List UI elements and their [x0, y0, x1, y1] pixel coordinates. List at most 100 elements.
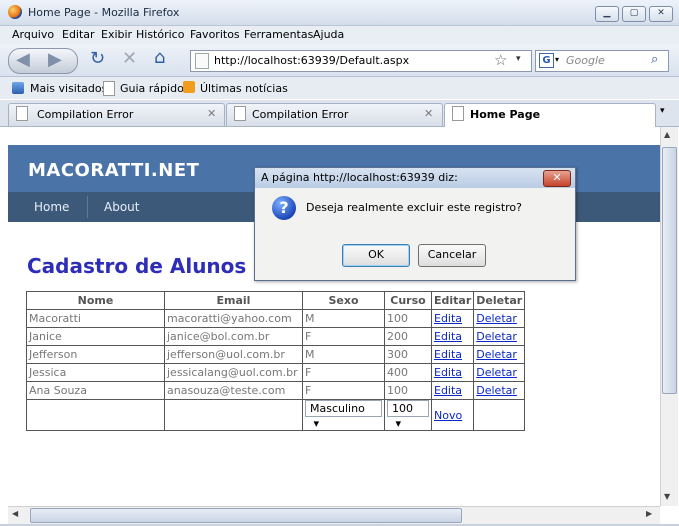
nome-input-cell[interactable] [26, 399, 165, 431]
cell-sexo: F [302, 381, 385, 400]
delete-link[interactable]: Deletar [476, 348, 517, 361]
cell-nome: Macoratti [26, 309, 165, 328]
edit-link[interactable]: Edita [434, 312, 462, 325]
menu-exibir[interactable]: Exibir [101, 28, 132, 41]
menu-ajuda[interactable]: Ajuda [313, 28, 344, 41]
bookmark-mais-visitados[interactable]: Mais visitados [30, 82, 107, 95]
site-logo: MACORATTI.NET [28, 160, 200, 181]
delete-link[interactable]: Deletar [476, 312, 517, 325]
cell-nome: Jessica [26, 363, 165, 382]
novo-link[interactable]: Novo [434, 409, 462, 422]
students-grid: Nome Email Sexo Curso Editar Deletar Mac… [26, 291, 526, 431]
delete-link[interactable]: Deletar [476, 330, 517, 343]
edit-link[interactable]: Edita [434, 330, 462, 343]
cell-editar: Edita [430, 309, 475, 328]
table-row: Jessica jessicalang@uol.com.br F 400 Edi… [26, 363, 526, 382]
site-nav-home[interactable]: Home [20, 192, 83, 222]
site-nav-about[interactable]: About [90, 192, 153, 222]
cell-deletar: Deletar [473, 345, 526, 364]
cell-curso: 200 [384, 327, 432, 346]
scroll-up-icon[interactable]: ▲ [664, 130, 670, 139]
cell-email: macoratti@yahoo.com [164, 309, 303, 328]
table-row: Ana Souza anasouza@teste.com F 100 Edita… [26, 381, 526, 400]
cell-email: jefferson@uol.com.br [164, 345, 303, 364]
cell-curso: 100 [384, 309, 432, 328]
menu-historico[interactable]: Histórico [136, 28, 184, 41]
bookmark-ultimas-noticias[interactable]: Últimas notícias [200, 82, 288, 95]
cell-email: janice@bol.com.br [164, 327, 303, 346]
curso-select-cell: 100 ▾ [384, 399, 432, 431]
page-icon [452, 106, 464, 121]
search-engine-dropdown-icon[interactable]: ▾ [555, 55, 559, 64]
cell-email: anasouza@teste.com [164, 381, 303, 400]
google-icon[interactable]: G [539, 53, 554, 68]
dialog-close-icon[interactable]: ✕ [543, 170, 571, 187]
back-icon[interactable]: ◀ [16, 50, 30, 70]
cell-editar: Edita [430, 327, 475, 346]
tab-label: Compilation Error [37, 108, 134, 121]
cell-curso: 400 [384, 363, 432, 382]
cell-sexo: M [302, 309, 385, 328]
search-icon[interactable]: ⌕ [651, 52, 658, 67]
horizontal-scroll-thumb[interactable] [30, 508, 462, 523]
minimize-icon[interactable]: ▁ [595, 6, 619, 22]
search-placeholder: Google [566, 54, 605, 67]
home-icon[interactable]: ⌂ [154, 48, 165, 68]
scroll-down-icon[interactable]: ▼ [664, 492, 670, 501]
page-icon [103, 81, 115, 96]
bookmark-guia-rapido[interactable]: Guia rápido [120, 82, 184, 95]
dialog-title: A página http://localhost:63939 diz: [261, 171, 458, 184]
stop-icon[interactable]: ✕ [122, 49, 137, 69]
nav-divider [87, 196, 88, 218]
tab-close-icon[interactable]: ✕ [424, 107, 433, 120]
menu-favoritos[interactable]: Favoritos [190, 28, 240, 41]
header-email: Email [164, 291, 303, 310]
cell-sexo: F [302, 363, 385, 382]
tab-close-icon[interactable]: ✕ [207, 107, 216, 120]
menu-editar[interactable]: Editar [62, 28, 95, 41]
header-nome: Nome [26, 291, 165, 310]
edit-link[interactable]: Edita [434, 348, 462, 361]
vertical-scroll-thumb[interactable] [662, 147, 677, 394]
edit-link[interactable]: Edita [434, 384, 462, 397]
cancel-button[interactable]: Cancelar [418, 244, 486, 267]
firefox-icon [8, 5, 22, 19]
header-curso: Curso [384, 291, 432, 310]
table-row: Janice janice@bol.com.br F 200 Edita Del… [26, 327, 526, 346]
forward-icon[interactable]: ▶ [48, 50, 62, 70]
scroll-left-icon[interactable]: ◀ [12, 509, 18, 518]
cell-nome: Ana Souza [26, 381, 165, 400]
curso-select[interactable]: 100 ▾ [387, 400, 429, 430]
maximize-icon[interactable]: ▢ [622, 6, 646, 22]
url-dropdown-icon[interactable]: ▾ [516, 54, 521, 64]
cell-editar: Edita [430, 363, 475, 382]
edit-link[interactable]: Edita [434, 366, 462, 379]
sexo-select-cell: Masculino ▾ [302, 399, 385, 431]
cell-curso: 100 [384, 381, 432, 400]
close-window-icon[interactable]: ✕ [649, 6, 673, 22]
header-editar: Editar [430, 291, 475, 310]
tab-list-icon[interactable]: ▾ [660, 106, 665, 116]
window-title: Home Page - Mozilla Firefox [28, 6, 180, 19]
delete-link[interactable]: Deletar [476, 366, 517, 379]
email-input-cell[interactable] [164, 399, 303, 431]
page-title: Cadastro de Alunos [27, 254, 247, 278]
chevron-down-icon: ▾ [395, 417, 402, 430]
cell-deletar: Deletar [473, 327, 526, 346]
novo-cell: Novo [430, 399, 475, 431]
cell-sexo: M [302, 345, 385, 364]
insert-row: Masculino ▾ 100 ▾ Novo [26, 399, 526, 431]
menu-arquivo[interactable]: Arquivo [12, 28, 54, 41]
tab-label: Compilation Error [252, 108, 349, 121]
header-deletar: Deletar [473, 291, 526, 310]
bookmark-folder-icon [12, 82, 24, 94]
sexo-select[interactable]: Masculino ▾ [305, 400, 382, 430]
page-icon [195, 53, 209, 69]
scroll-right-icon[interactable]: ▶ [646, 509, 652, 518]
ok-button[interactable]: OK [342, 244, 410, 267]
cell-sexo: F [302, 327, 385, 346]
delete-link[interactable]: Deletar [476, 384, 517, 397]
star-icon[interactable]: ☆ [494, 51, 507, 69]
reload-icon[interactable]: ↻ [90, 49, 105, 69]
menu-ferramentas[interactable]: Ferramentas [244, 28, 313, 41]
